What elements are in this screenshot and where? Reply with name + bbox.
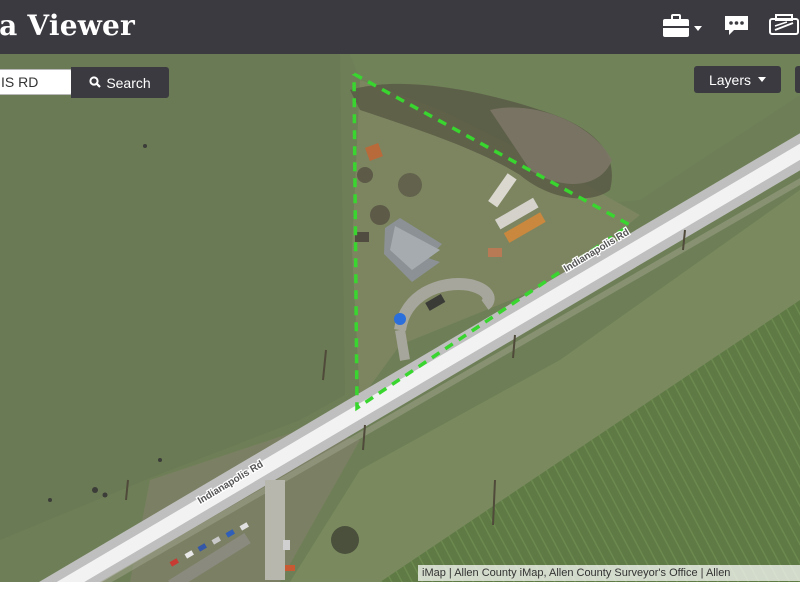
search-icon	[89, 75, 102, 91]
map-tool-button[interactable]	[795, 66, 800, 93]
aerial-map[interactable]: Indianapolis Rd Indianapolis Rd iMap | A…	[0, 54, 800, 582]
app-header: ta Viewer	[0, 0, 800, 54]
briefcase-icon	[662, 13, 690, 44]
app-title: ta Viewer	[0, 9, 135, 42]
search-input[interactable]	[0, 69, 72, 95]
chevron-down-icon	[758, 77, 767, 82]
location-marker	[394, 313, 406, 325]
chevron-down-icon	[694, 25, 702, 31]
speech-bubble-icon	[723, 13, 750, 44]
tools-menu-button[interactable]	[662, 13, 702, 44]
print-button[interactable]	[768, 13, 800, 44]
layers-button[interactable]: Layers	[694, 66, 781, 93]
printer-icon	[768, 13, 800, 44]
search-button-label: Search	[106, 74, 151, 91]
map-attribution: iMap | Allen County iMap, Allen County S…	[418, 565, 800, 581]
aerial-imagery: Indianapolis Rd Indianapolis Rd	[0, 54, 800, 582]
page-footer	[0, 582, 800, 600]
comments-button[interactable]	[723, 14, 750, 42]
layers-button-label: Layers	[708, 71, 752, 88]
search-button[interactable]: Search	[71, 67, 169, 98]
